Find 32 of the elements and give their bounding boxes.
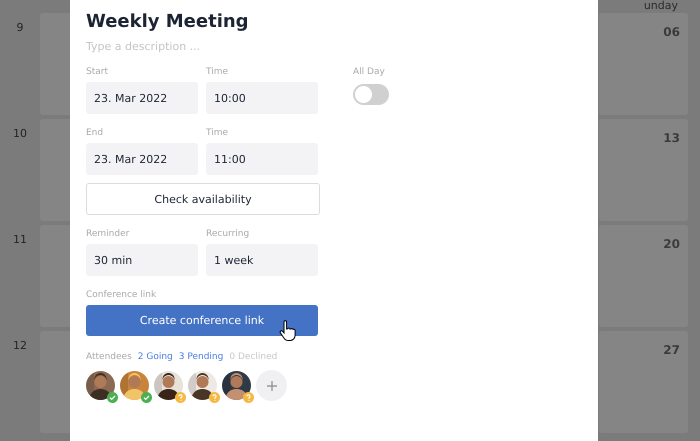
day-header: unday: [644, 0, 678, 12]
time-field[interactable]: 10:00: [206, 82, 318, 114]
field-label: Reminder: [86, 229, 130, 239]
attendee-count-link[interactable]: 2 Going: [138, 352, 173, 362]
week-number: 11: [13, 233, 27, 246]
time-field[interactable]: 11:00: [206, 143, 318, 175]
plus-icon: [266, 380, 278, 392]
field-label: Start: [86, 67, 109, 77]
select-field[interactable]: 30 min: [86, 244, 198, 276]
date-field[interactable]: 23. Mar 2022: [86, 143, 198, 175]
field-label: Time: [206, 67, 230, 77]
week-number: 10: [13, 127, 27, 140]
attendee-count-link[interactable]: 3 Pending: [178, 352, 224, 362]
week-number: 9: [16, 21, 24, 34]
day-number: 13: [663, 131, 680, 145]
check-availability-button[interactable]: Check availability: [86, 183, 320, 215]
hand-cursor-icon: [279, 320, 296, 342]
attendees-label: Attendees: [86, 352, 132, 362]
field-label: All Day: [353, 67, 386, 77]
field-label: Time: [206, 128, 230, 138]
add-attendee-button[interactable]: [256, 370, 287, 401]
date-field[interactable]: 23. Mar 2022: [86, 82, 198, 114]
event-title: Weekly Meeting: [86, 10, 250, 34]
day-number: 06: [663, 25, 680, 39]
all-day-toggle[interactable]: [353, 84, 389, 105]
week-number: 12: [13, 339, 27, 352]
day-number: 20: [663, 237, 680, 251]
day-number: 27: [663, 343, 680, 357]
field-label: Recurring: [206, 229, 250, 239]
select-field[interactable]: 1 week: [206, 244, 318, 276]
field-label: Conference link: [86, 290, 158, 300]
field-label: End: [86, 128, 104, 138]
